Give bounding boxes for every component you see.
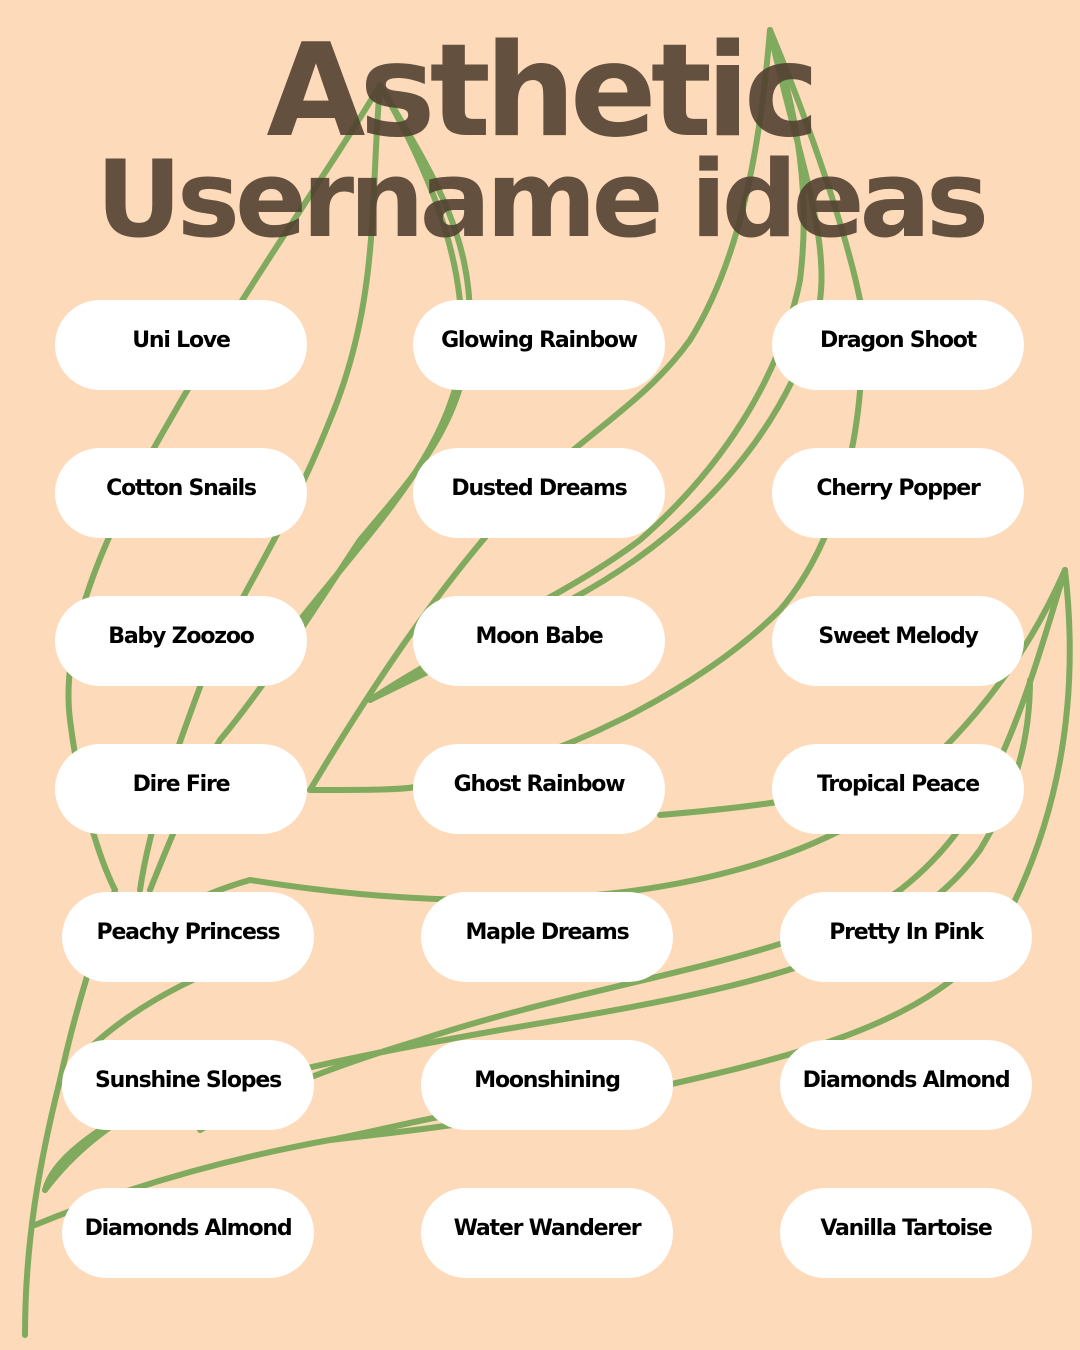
username-label: Dusted Dreams [451,475,627,501]
username-pill: Pretty In Pink [780,892,1032,982]
username-label: Water Wanderer [453,1215,642,1241]
username-pill: Sweet Melody [772,596,1024,686]
username-label: Uni Love [132,327,231,353]
username-pill: Dragon Shoot [772,300,1024,390]
leaf-vein [657,797,793,818]
username-pill: Maple Dreams [421,892,673,982]
username-pill: Cotton Snails [55,448,307,538]
username-pill: Vanilla Tartoise [780,1188,1032,1278]
username-pill: Water Wanderer [421,1188,673,1278]
username-label: Peachy Princess [96,919,281,945]
username-label: Vanilla Tartoise [820,1215,993,1241]
title-line-2: Username ideas [95,138,989,261]
username-pill: Diamonds Almond [62,1188,314,1278]
username-pill: Uni Love [55,300,307,390]
username-label: Sweet Melody [818,623,979,649]
username-pill: Moon Babe [413,596,665,686]
username-label: Moon Babe [475,623,604,649]
username-label: Tropical Peace [817,771,980,797]
username-label: Cotton Snails [106,475,257,501]
username-pill: Moonshining [421,1040,673,1130]
username-label: Sunshine Slopes [95,1067,282,1093]
username-label: Ghost Rainbow [453,771,626,797]
username-label: Diamonds Almond [84,1215,293,1241]
username-pill: Dusted Dreams [413,448,665,538]
username-pill: Cherry Popper [772,448,1024,538]
username-label: Cherry Popper [816,475,981,501]
username-pill: Sunshine Slopes [62,1040,314,1130]
username-pill: Dire Fire [55,744,307,834]
username-pill: Tropical Peace [772,744,1024,834]
username-label: Glowing Rainbow [441,327,638,353]
username-label: Moonshining [474,1067,621,1093]
username-label: Dragon Shoot [820,327,977,353]
username-label: Diamonds Almond [802,1067,1011,1093]
username-pill: Ghost Rainbow [413,744,665,834]
username-pill: Baby Zoozoo [55,596,307,686]
username-pill: Glowing Rainbow [413,300,665,390]
username-pill: Diamonds Almond [780,1040,1032,1130]
username-label: Maple Dreams [465,919,629,945]
username-label: Baby Zoozoo [108,623,255,649]
username-label: Dire Fire [132,771,231,797]
username-pill: Peachy Princess [62,892,314,982]
username-label: Pretty In Pink [829,919,984,945]
